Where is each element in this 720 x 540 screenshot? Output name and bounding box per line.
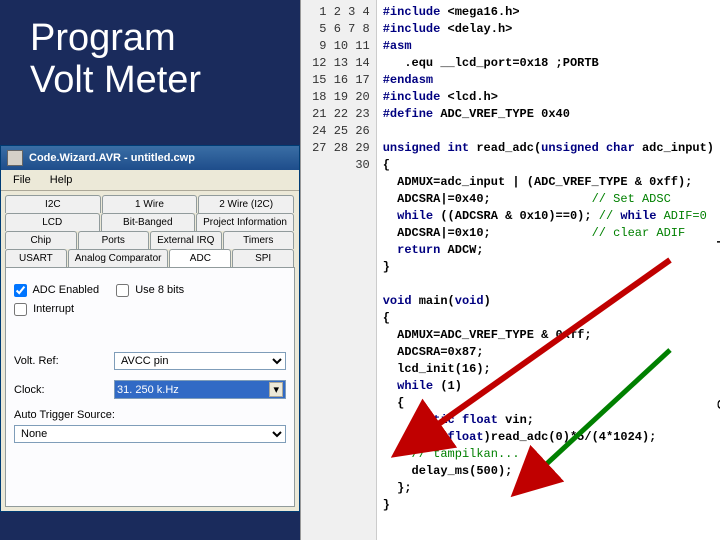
tab-adc[interactable]: ADC [169,249,231,267]
menubar: File Help [1,170,299,191]
app-icon [7,150,23,166]
vref-select[interactable]: AVCC pin [114,352,286,370]
tab-projectinfo[interactable]: Project Information [196,213,294,231]
code-content: #include <mega16.h> #include <delay.h> #… [377,0,720,540]
line-gutter: 1 2 3 4 5 6 7 8 9 10 11 12 13 14 15 16 1… [301,0,377,540]
side-annotation: Semua secara manual Agar lebih mudah [714,240,720,410]
dropdown-arrow-icon: ▾ [269,382,283,397]
tab-usart[interactable]: USART [5,249,67,267]
tab-ports[interactable]: Ports [78,231,150,249]
use8bits-label: Use 8 bits [135,284,184,296]
tab-2wire[interactable]: 2 Wire (I2C) [198,195,294,213]
tab-1wire[interactable]: 1 Wire [102,195,198,213]
tab-extirq[interactable]: External IRQ [150,231,222,249]
adc-enabled-checkbox[interactable]: ADC Enabled [14,284,102,296]
window-titlebar: Code.Wizard.AVR - untitled.cwp [1,146,299,170]
tab-analogcomp[interactable]: Analog Comparator [68,249,169,267]
clock-select[interactable]: 31. 250 k.Hz ▾ [114,380,286,399]
codewizard-window: Code.Wizard.AVR - untitled.cwp File Help… [0,145,300,512]
vref-label: Volt. Ref: [14,355,114,367]
window-title: Code.Wizard.AVR - untitled.cwp [29,152,195,164]
use8bits-checkbox[interactable]: Use 8 bits [116,284,184,296]
adc-enabled-label: ADC Enabled [32,284,99,296]
menu-file[interactable]: File [5,172,39,188]
tab-timers[interactable]: Timers [223,231,295,249]
tab-i2c[interactable]: I2C [5,195,101,213]
autotrigger-label: Auto Trigger Source: [14,409,286,421]
tab-lcd[interactable]: LCD [5,213,100,231]
annotation-line1: Semua secara manual [714,240,720,410]
menu-help[interactable]: Help [42,172,81,188]
slide-title: ProgramVolt Meter [30,18,201,102]
clock-label: Clock: [14,384,114,396]
tab-spi[interactable]: SPI [232,249,294,267]
adc-panel: ADC Enabled Use 8 bits Interrupt Volt. R… [5,267,295,507]
autotrigger-select[interactable]: None [14,425,286,443]
tab-chip[interactable]: Chip [5,231,77,249]
interrupt-checkbox[interactable]: Interrupt [14,303,74,315]
code-editor: 1 2 3 4 5 6 7 8 9 10 11 12 13 14 15 16 1… [300,0,720,540]
interrupt-label: Interrupt [33,303,74,315]
tab-bitbanged[interactable]: Bit-Banged [101,213,196,231]
clock-value: 31. 250 k.Hz [117,384,179,396]
